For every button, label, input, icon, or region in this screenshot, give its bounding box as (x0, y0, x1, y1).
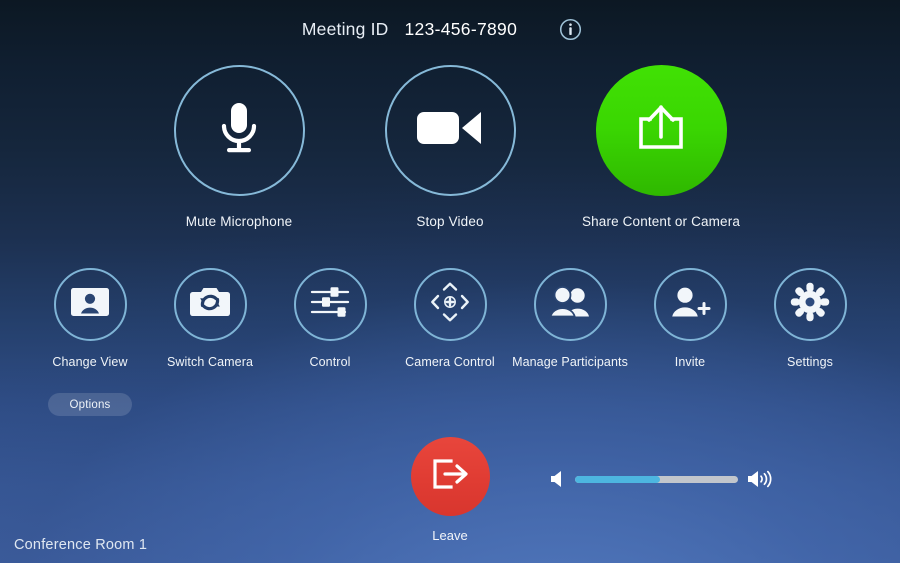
secondary-controls-row: Change View Switch Camera Control Camera… (0, 268, 900, 369)
invite-circle[interactable] (653, 268, 727, 341)
leave-label: Leave (432, 528, 468, 543)
change-view-button[interactable]: Change View (30, 268, 150, 369)
zoom-rooms-controller: Meeting ID 123-456-7890 Mute Microphone … (0, 0, 900, 563)
camera-control-circle[interactable] (413, 268, 487, 341)
stop-video-circle[interactable] (384, 65, 516, 196)
share-content-circle[interactable] (595, 65, 727, 196)
switch-camera-circle[interactable] (173, 268, 247, 341)
switch-camera-button[interactable]: Switch Camera (150, 268, 270, 369)
control-circle[interactable] (293, 268, 367, 341)
share-upload-icon (630, 97, 692, 164)
settings-circle[interactable] (773, 268, 847, 341)
two-people-icon (547, 285, 593, 324)
camera-control-button[interactable]: Camera Control (390, 268, 510, 369)
manage-participants-circle[interactable] (533, 268, 607, 341)
share-content-label: Share Content or Camera (581, 214, 741, 229)
leave-circle[interactable] (410, 437, 490, 516)
camera-pan-tilt-icon (427, 279, 473, 330)
manage-participants-button[interactable]: Manage Participants (510, 268, 630, 369)
person-plus-icon (668, 285, 712, 324)
primary-controls-row: Mute Microphone Stop Video Share Content… (0, 65, 900, 229)
change-view-circle[interactable] (53, 268, 127, 341)
control-label: Control (309, 355, 351, 369)
room-name: Conference Room 1 (14, 537, 148, 553)
meeting-id-label: Meeting ID (301, 19, 389, 39)
info-circle-icon[interactable] (559, 18, 582, 41)
exit-door-arrow-icon (427, 453, 473, 500)
sliders-icon (309, 284, 351, 325)
speaker-mute-icon[interactable] (548, 468, 566, 490)
settings-label: Settings (787, 355, 833, 369)
person-card-icon (69, 285, 111, 324)
manage-participants-label: Manage Participants (512, 355, 628, 369)
camera-control-label: Camera Control (405, 355, 495, 369)
invite-label: Invite (674, 355, 706, 369)
volume-slider[interactable] (575, 475, 738, 483)
share-content-button[interactable]: Share Content or Camera (576, 65, 747, 229)
stop-video-label: Stop Video (416, 214, 484, 229)
stop-video-button[interactable]: Stop Video (365, 65, 536, 229)
options-button[interactable]: Options (48, 393, 132, 416)
microphone-icon (210, 97, 268, 164)
control-button[interactable]: Control (270, 268, 390, 369)
mute-microphone-circle[interactable] (173, 65, 305, 196)
mute-microphone-button[interactable]: Mute Microphone (154, 65, 325, 229)
settings-button[interactable]: Settings (750, 268, 870, 369)
meeting-id-value: 123-456-7890 (404, 19, 518, 39)
camera-switch-icon (188, 284, 232, 325)
gear-icon (790, 282, 830, 327)
change-view-label: Change View (52, 355, 128, 369)
leave-button[interactable]: Leave (405, 437, 495, 543)
meeting-header: Meeting ID 123-456-7890 (0, 0, 900, 59)
mute-microphone-label: Mute Microphone (185, 214, 293, 229)
switch-camera-label: Switch Camera (166, 355, 254, 369)
volume-slider-fill (575, 475, 660, 483)
invite-button[interactable]: Invite (630, 268, 750, 369)
speaker-loud-icon[interactable] (746, 468, 774, 490)
volume-control (548, 466, 774, 492)
video-camera-icon (415, 105, 485, 156)
